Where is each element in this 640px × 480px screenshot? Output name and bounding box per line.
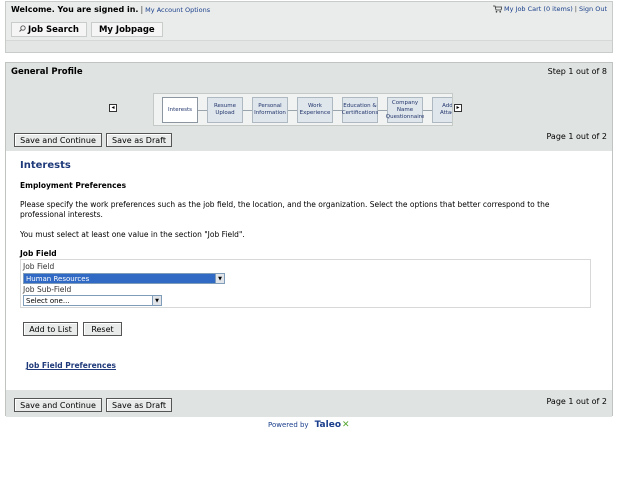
- page-indicator: Page 1 out of 2: [546, 132, 607, 141]
- logo-mark-icon: ✕: [342, 420, 350, 430]
- panel-footer: Save and Continue Save as Draft Page 1 o…: [6, 390, 612, 417]
- wizard-step-personal-information[interactable]: Personal Information: [252, 97, 288, 123]
- wizard-step-label: Resume Upload: [213, 103, 237, 116]
- job-field-select[interactable]: Human Resources ▼: [23, 273, 225, 284]
- wizard-step-resume-upload[interactable]: Resume Upload: [207, 97, 243, 123]
- wizard-step-attachments[interactable]: Additi Attachr: [432, 97, 453, 123]
- top-header: Welcome. You are signed in. | My Account O…: [5, 1, 613, 53]
- job-field-group: Job Field Human Resources ▼ Job Sub-Fiel…: [20, 259, 591, 308]
- page-indicator-bottom: Page 1 out of 2: [546, 397, 607, 406]
- header-strip: [6, 40, 612, 52]
- page-title: General Profile: [11, 67, 83, 77]
- wizard-step-questionnaire[interactable]: Company Name Questionnaire: [385, 97, 425, 123]
- panel-header: General Profile Step 1 out of 8 ◂ Intere…: [6, 63, 612, 151]
- content-area: Interests Employment Preferences Please …: [6, 151, 612, 390]
- wizard-step-education[interactable]: Education & Certifications: [342, 97, 378, 123]
- wizard-step-label: Interests: [167, 106, 193, 113]
- save-continue-button-bottom[interactable]: Save and Continue: [14, 398, 102, 412]
- job-cart-link[interactable]: My Job Cart (0 items): [504, 5, 573, 13]
- job-subfield-select[interactable]: Select one... ▼: [23, 295, 162, 306]
- step-wizard: Interests Resume Upload Personal Informa…: [153, 93, 453, 126]
- save-continue-button[interactable]: Save and Continue: [14, 133, 102, 147]
- subsection-heading: Employment Preferences: [20, 181, 127, 190]
- select-value: Select one...: [26, 296, 70, 305]
- arrow-right-icon[interactable]: ▸: [454, 104, 462, 112]
- requirement-text: You must select at least one value in th…: [20, 230, 245, 239]
- top-links: My Job Cart (0 items) | Sign Out: [493, 5, 607, 13]
- select-value: Human Resources: [26, 274, 90, 283]
- profile-panel: General Profile Step 1 out of 8 ◂ Intere…: [5, 62, 613, 417]
- welcome-bar: Welcome. You are signed in. | My Account O…: [11, 5, 210, 14]
- job-subfield-label: Job Sub-Field: [23, 285, 72, 294]
- instructions-text: Please specify the work preferences such…: [20, 200, 550, 219]
- save-draft-button[interactable]: Save as Draft: [106, 133, 172, 147]
- tab-job-search[interactable]: Job Search: [11, 22, 87, 37]
- brand-name: Taleo: [314, 420, 342, 430]
- section-heading: Interests: [20, 160, 71, 171]
- tab-my-jobpage[interactable]: My Jobpage: [90, 22, 163, 37]
- wizard-step-work-experience[interactable]: Work Experience: [297, 97, 333, 123]
- powered-by: Powered by Taleo ✕: [268, 420, 350, 430]
- save-draft-button-bottom[interactable]: Save as Draft: [106, 398, 172, 412]
- taleo-logo: Taleo ✕: [315, 420, 350, 430]
- wizard-step-label: Education & Certifications: [341, 103, 379, 116]
- chevron-down-icon: ▼: [152, 296, 161, 305]
- arrow-left-icon[interactable]: ◂: [109, 104, 117, 112]
- powered-by-text: Powered by: [268, 421, 309, 429]
- tab-label: Job Search: [28, 24, 79, 35]
- job-field-section-label: Job Field: [20, 249, 57, 258]
- wizard-step-label: Company Name Questionnaire: [385, 99, 425, 120]
- job-field-preferences-link[interactable]: Job Field Preferences: [26, 361, 116, 370]
- welcome-text: Welcome. You are signed in.: [11, 5, 139, 14]
- account-options-link[interactable]: My Account Options: [145, 6, 210, 14]
- wizard-step-interests[interactable]: Interests: [162, 97, 198, 123]
- step-indicator: Step 1 out of 8: [547, 67, 607, 76]
- add-to-list-button[interactable]: Add to List: [23, 322, 78, 336]
- search-icon: [19, 24, 26, 35]
- wizard-step-label: Work Experience: [299, 103, 331, 116]
- wizard-step-label: Personal Information: [254, 103, 286, 116]
- main-tabs: Job Search My Jobpage: [11, 22, 163, 37]
- reset-button[interactable]: Reset: [83, 322, 122, 336]
- tab-label: My Jobpage: [98, 24, 155, 35]
- job-field-label: Job Field: [23, 262, 55, 271]
- chevron-down-icon: ▼: [215, 274, 224, 283]
- sign-out-link[interactable]: Sign Out: [579, 5, 607, 13]
- cart-icon: [493, 5, 502, 13]
- wizard-step-label: Additi Attachr: [439, 103, 453, 116]
